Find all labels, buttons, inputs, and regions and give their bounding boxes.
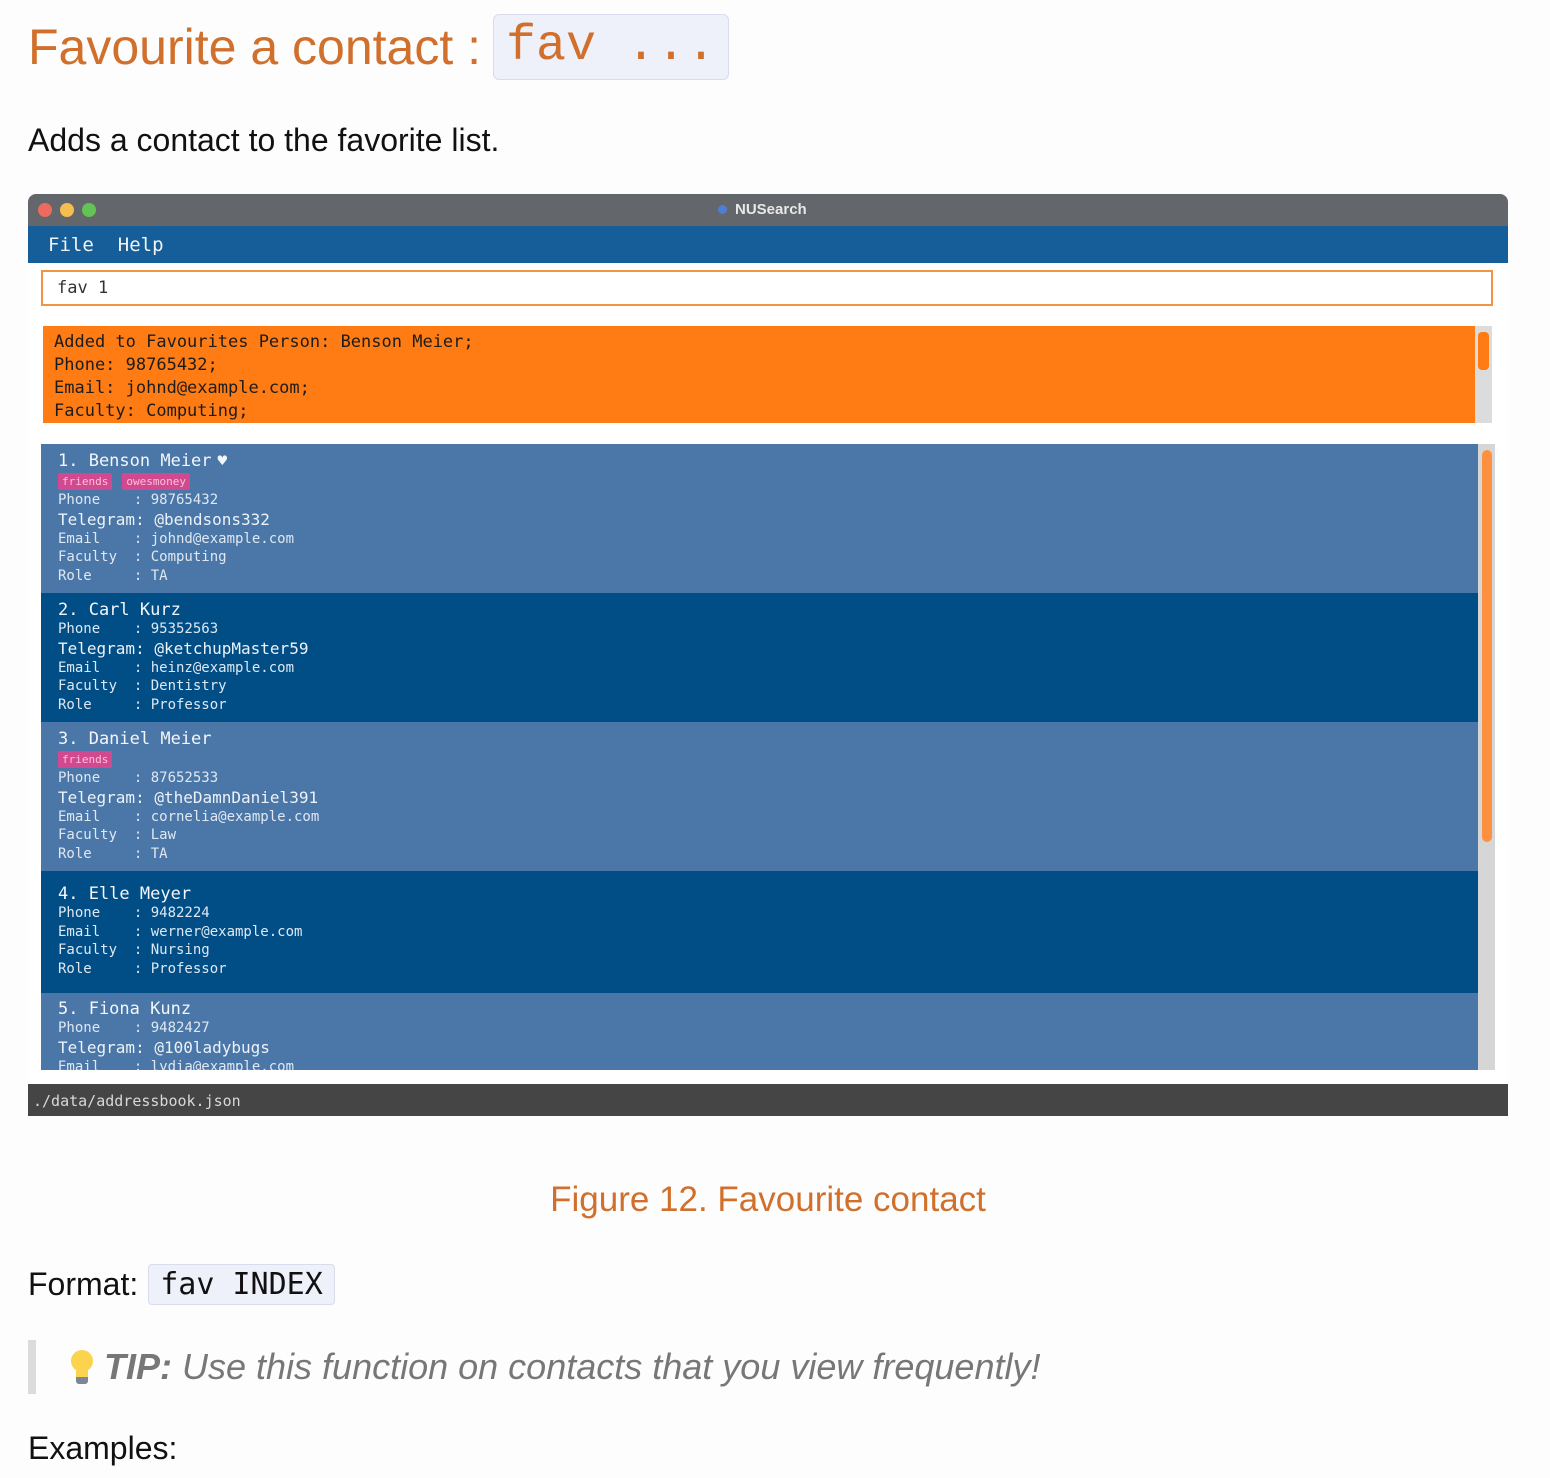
- contact-role: Role : Professor: [58, 696, 227, 713]
- contact-list-scrollbar-thumb[interactable]: [1482, 450, 1492, 842]
- result-line: Email: johnd@example.com;: [54, 378, 310, 398]
- status-path: ./data/addressbook.json: [33, 1092, 241, 1110]
- contact-phone: Phone : 9482427: [58, 1020, 210, 1036]
- contact-email: Email : werner@example.com: [58, 923, 303, 940]
- contact-card[interactable]: 1. Benson Meier ♥ friends owesmoney Phone…: [41, 444, 1478, 593]
- result-line: Phone: 98765432;: [54, 355, 218, 375]
- close-window-button[interactable]: [38, 203, 52, 217]
- contact-telegram: Telegram: @bendsons332: [58, 509, 270, 529]
- contact-card[interactable]: 3. Daniel Meier friends Phone : 87652533…: [41, 722, 1478, 871]
- contact-email: Email : lydia@example.com: [58, 1058, 295, 1071]
- examples-heading: Examples:: [28, 1430, 178, 1466]
- contact-phone: Phone : 87652533: [58, 770, 219, 786]
- contact-telegram: Telegram: @theDamnDaniel391: [58, 787, 319, 807]
- command-input[interactable]: [43, 272, 1491, 304]
- section-heading: Favourite a contact : fav ...: [28, 14, 730, 80]
- contact-role: Role : TA: [58, 567, 168, 584]
- app-window-screenshot: NUSearch File Help Added to Favourites P…: [28, 194, 1508, 1116]
- menu-bar: File Help: [28, 226, 1508, 263]
- contact-name-row: 1. Benson Meier ♥: [58, 451, 1478, 471]
- contact-list: 1. Benson Meier ♥ friends owesmoney Phone…: [41, 444, 1478, 1070]
- result-line: Added to Favourites Person: Benson Meier…: [54, 332, 474, 352]
- title-bar: NUSearch: [28, 194, 1508, 226]
- contact-phone: Phone : 98765432: [58, 492, 219, 508]
- heading-text: Favourite a contact :: [28, 19, 482, 75]
- figure-caption: Figure 12. Favourite contact: [550, 1180, 986, 1219]
- contact-name: 1. Benson Meier: [58, 451, 212, 471]
- heart-icon: ♥: [217, 451, 228, 470]
- tip-callout: TIP: Use this function on contacts that …: [28, 1340, 1128, 1394]
- format-line: Format: fav INDEX: [28, 1264, 335, 1305]
- app-icon: [718, 205, 727, 214]
- contact-phone: Phone : 95352563: [58, 621, 219, 637]
- contact-name: 3. Daniel Meier: [58, 729, 212, 749]
- status-bar: ./data/addressbook.json: [28, 1084, 1508, 1116]
- contact-role: Role : TA: [58, 845, 168, 862]
- result-display: Added to Favourites Person: Benson Meier…: [43, 326, 1475, 423]
- contact-faculty: Faculty : Computing: [58, 549, 227, 565]
- format-label: Format:: [28, 1266, 139, 1302]
- contact-email: Email : cornelia@example.com: [58, 808, 320, 825]
- window-title-text: NUSearch: [735, 201, 807, 218]
- contact-phone: Phone : 9482224: [58, 905, 210, 921]
- contact-card[interactable]: 4. Elle Meyer Phone : 9482224 Email : we…: [41, 871, 1478, 993]
- tag-list: friends: [58, 751, 1478, 768]
- contact-list-scrollbar[interactable]: [1478, 444, 1495, 1070]
- contact-card[interactable]: 5. Fiona Kunz Phone : 9482427 Telegram: …: [41, 993, 1478, 1070]
- minimize-window-button[interactable]: [60, 203, 74, 217]
- contact-card[interactable]: 2. Carl Kurz Phone : 95352563 Telegram: …: [41, 593, 1478, 722]
- result-scrollbar[interactable]: [1475, 326, 1492, 423]
- tag: friends: [58, 751, 113, 768]
- menu-help[interactable]: Help: [118, 234, 164, 256]
- tag-list: friends owesmoney: [58, 473, 1478, 490]
- contact-role: Role : Professor: [58, 960, 227, 977]
- contact-email: Email : heinz@example.com: [58, 659, 295, 676]
- contact-name: 2. Carl Kurz: [58, 600, 181, 620]
- window-title: NUSearch: [718, 201, 807, 218]
- contact-telegram: Telegram: @ketchupMaster59: [58, 638, 309, 658]
- intro-text: Adds a contact to the favorite list.: [28, 122, 500, 158]
- maximize-window-button[interactable]: [82, 203, 96, 217]
- result-scrollbar-thumb[interactable]: [1478, 332, 1489, 370]
- result-line: Faculty: Computing;: [54, 401, 249, 421]
- tip-text: Use this function on contacts that you v…: [182, 1346, 1041, 1387]
- tag: owesmoney: [122, 473, 190, 490]
- contact-email: Email : johnd@example.com: [58, 530, 295, 547]
- tag: friends: [58, 473, 113, 490]
- contact-faculty: Faculty : Dentistry: [58, 678, 227, 694]
- heading-code: fav ...: [493, 14, 730, 80]
- contact-name: 5. Fiona Kunz: [58, 999, 192, 1019]
- menu-file[interactable]: File: [48, 234, 94, 256]
- command-box: [41, 270, 1493, 306]
- tip-label: TIP:: [104, 1346, 172, 1387]
- contact-faculty: Faculty : Nursing: [58, 942, 210, 958]
- contact-telegram: Telegram: @100ladybugs: [58, 1037, 270, 1057]
- format-code: fav INDEX: [148, 1264, 335, 1305]
- contact-name: 4. Elle Meyer: [58, 884, 192, 904]
- contact-faculty: Faculty : Law: [58, 827, 177, 843]
- lightbulb-icon: [70, 1348, 93, 1386]
